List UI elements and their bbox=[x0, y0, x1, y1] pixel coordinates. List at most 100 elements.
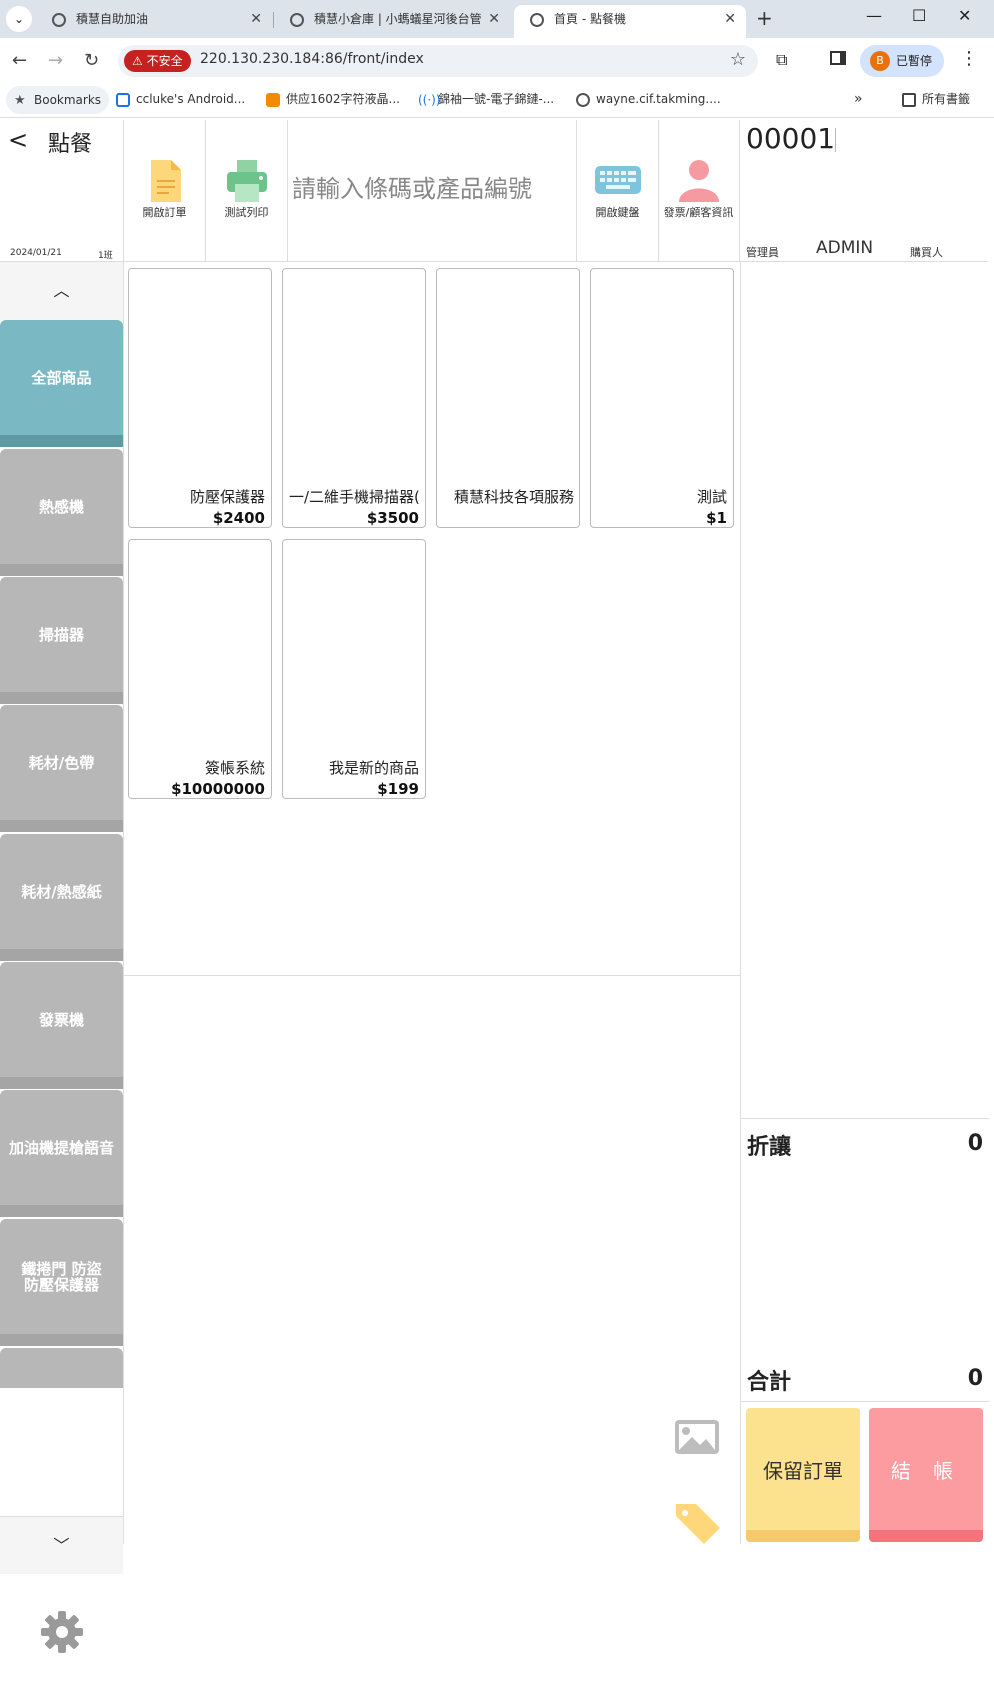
close-icon[interactable]: ✕ bbox=[250, 5, 262, 33]
signal-icon: ((·)) bbox=[418, 92, 441, 107]
category-sidebar: ︿ 全部商品 熱感機 掃描器 耗材/色帶 耗材/熱感紙 發票機 加油機提槍語音 … bbox=[0, 262, 124, 1653]
back-chevron-icon[interactable]: < bbox=[8, 126, 28, 154]
more-bookmarks-icon[interactable]: » bbox=[854, 84, 863, 114]
window-close-icon[interactable]: ✕ bbox=[958, 6, 971, 25]
order-number: 00001 bbox=[746, 122, 836, 155]
product-card[interactable]: 測試 $1 bbox=[590, 268, 734, 528]
pos-app: < 點餐 2024/01/21 1班 開啟訂單 測試列印 請輸入條碼或產品編號 … bbox=[0, 120, 994, 1653]
product-grid: 防壓保護器 $2400 一/二維手機掃描器( $3500 積慧科技各項服務 測試… bbox=[124, 262, 740, 976]
open-order-button[interactable]: 開啟訂單 bbox=[124, 120, 206, 262]
bookmark-label: 供应1602字符液晶... bbox=[286, 92, 400, 106]
header-left: < 點餐 2024/01/21 1班 bbox=[0, 120, 124, 262]
buyer-label[interactable]: 購買人 bbox=[910, 244, 943, 260]
minimize-icon[interactable]: — bbox=[866, 6, 882, 25]
hold-order-button[interactable]: 保留訂單 bbox=[746, 1408, 860, 1542]
browser-tab-2[interactable]: 積慧小倉庫 | 小螞蟻星河後台管 ✕ bbox=[274, 5, 510, 38]
reload-icon[interactable]: ↻ bbox=[84, 50, 99, 71]
new-tab-button[interactable]: + bbox=[756, 6, 773, 30]
tag-icon[interactable] bbox=[674, 1502, 722, 1544]
back-arrow-icon[interactable]: ← bbox=[12, 50, 27, 71]
admin-label: 管理員 bbox=[746, 246, 779, 259]
total-row: 合計 0 bbox=[741, 1356, 989, 1402]
profile-button[interactable]: B 已暫停 bbox=[860, 45, 944, 77]
omnibox[interactable]: ⚠ 不安全 220.130.230.184:86/front/index ☆ bbox=[118, 45, 758, 77]
invoice-customer-button[interactable]: 發票/顧客資訊 bbox=[658, 120, 740, 262]
barcode-input[interactable] bbox=[288, 168, 576, 210]
order-header: 00001 管理員 ADMIN 購買人 bbox=[740, 120, 988, 262]
browser-tab-strip: ⌄ 積慧自助加油 ✕ 積慧小倉庫 | 小螞蟻星河後台管 ✕ 首頁 - 點餐機 ✕… bbox=[0, 0, 994, 38]
tab-search-button[interactable]: ⌄ bbox=[6, 6, 32, 32]
page-icon bbox=[116, 92, 130, 107]
open-order-label: 開啟訂單 bbox=[142, 206, 187, 219]
forward-arrow-icon[interactable]: → bbox=[48, 50, 63, 71]
category-ribbon[interactable]: 耗材/色帶 bbox=[0, 705, 123, 832]
side-panel-icon[interactable] bbox=[830, 51, 846, 65]
bookmark-item-lcd[interactable]: 供应1602字符液晶... bbox=[266, 84, 400, 114]
bookmark-item-bookmarks[interactable]: ★ Bookmarks bbox=[6, 86, 110, 114]
document-icon bbox=[150, 160, 181, 202]
globe-icon bbox=[52, 13, 66, 27]
settings-button[interactable] bbox=[0, 1574, 123, 1686]
discount-row[interactable]: 折讓 0 bbox=[741, 1118, 989, 1168]
bookmarks-bar: ★ Bookmarks ccluke's Android... 供应1602字符液… bbox=[0, 84, 994, 118]
category-all[interactable]: 全部商品 bbox=[0, 320, 123, 447]
address-bar-row: ← → ↻ ⚠ 不安全 220.130.230.184:86/front/ind… bbox=[0, 38, 994, 84]
user-icon bbox=[678, 160, 719, 202]
bookmark-item-android[interactable]: ccluke's Android... bbox=[116, 84, 245, 114]
url-text[interactable]: 220.130.230.184:86/front/index bbox=[200, 51, 424, 67]
profile-label: 已暫停 bbox=[896, 54, 933, 68]
product-card[interactable]: 我是新的商品 $199 bbox=[282, 539, 426, 799]
order-detail-area bbox=[124, 976, 740, 1544]
bookmark-star-icon[interactable]: ☆ bbox=[730, 49, 746, 70]
product-price: $199 bbox=[377, 780, 419, 798]
product-price: $10000000 bbox=[171, 780, 265, 798]
category-thermal-printer[interactable]: 熱感機 bbox=[0, 449, 123, 576]
image-icon[interactable] bbox=[674, 1419, 720, 1455]
keyboard-icon bbox=[594, 166, 641, 194]
product-card[interactable]: 積慧科技各項服務 bbox=[436, 268, 580, 528]
browser-tab-3[interactable]: 首頁 - 點餐機 ✕ bbox=[514, 5, 746, 38]
gear-icon bbox=[41, 1611, 83, 1653]
category-scanner[interactable]: 掃描器 bbox=[0, 577, 123, 704]
category-partial[interactable] bbox=[0, 1348, 123, 1388]
close-icon[interactable]: ✕ bbox=[488, 5, 500, 33]
total-value: 0 bbox=[967, 1366, 983, 1391]
product-name: 一/二維手機掃描器( bbox=[289, 488, 420, 506]
category-fuel-voice[interactable]: 加油機提槍語音 bbox=[0, 1090, 123, 1217]
folder-icon bbox=[902, 92, 916, 107]
bookmark-label: 錦袖一號-電子錦鏈-... bbox=[438, 92, 555, 106]
maximize-icon[interactable]: ☐ bbox=[912, 6, 926, 25]
chevron-up-icon[interactable]: ︿ bbox=[0, 262, 123, 320]
star-icon: ★ bbox=[14, 92, 26, 108]
close-icon[interactable]: ✕ bbox=[724, 5, 736, 33]
category-invoice-printer[interactable]: 發票機 bbox=[0, 962, 123, 1089]
tab-title: 積慧小倉庫 | 小螞蟻星河後台管 bbox=[314, 12, 482, 26]
checkout-button[interactable]: 結 帳 bbox=[869, 1408, 983, 1542]
site-icon bbox=[266, 92, 280, 107]
discount-value: 0 bbox=[967, 1131, 983, 1156]
bookmark-item-wayne[interactable]: wayne.cif.takming.... bbox=[576, 84, 721, 114]
invoice-customer-label: 發票/顧客資訊 bbox=[663, 206, 734, 219]
browser-menu-icon[interactable]: ⋮ bbox=[960, 48, 978, 69]
product-name: 測試 bbox=[696, 488, 727, 506]
not-secure-badge[interactable]: ⚠ 不安全 bbox=[124, 50, 191, 72]
not-secure-label: 不安全 bbox=[146, 54, 183, 68]
product-card[interactable]: 簽帳系統 $10000000 bbox=[128, 539, 272, 799]
product-card[interactable]: 防壓保護器 $2400 bbox=[128, 268, 272, 528]
all-bookmarks-button[interactable]: 所有書籤 bbox=[902, 84, 970, 114]
bookmark-item-chain[interactable]: ((·))錦袖一號-電子錦鏈-... bbox=[418, 84, 554, 114]
page-title: 點餐 bbox=[48, 132, 93, 157]
test-print-button[interactable]: 測試列印 bbox=[206, 120, 288, 262]
open-keyboard-button[interactable]: 開啟鍵盤 bbox=[577, 120, 659, 262]
globe-icon bbox=[530, 13, 544, 27]
bookmark-label: Bookmarks bbox=[34, 93, 102, 107]
extensions-icon[interactable]: ⧉ bbox=[776, 50, 787, 70]
product-name: 簽帳系統 bbox=[204, 759, 265, 777]
category-thermal-paper[interactable]: 耗材/熱感紙 bbox=[0, 834, 123, 961]
chevron-down-icon[interactable]: ﹀ bbox=[0, 1516, 123, 1574]
browser-tab-1[interactable]: 積慧自助加油 ✕ bbox=[36, 5, 272, 38]
product-card[interactable]: 一/二維手機掃描器( $3500 bbox=[282, 268, 426, 528]
product-price: $2400 bbox=[212, 509, 265, 527]
tab-title: 積慧自助加油 bbox=[76, 12, 149, 26]
category-door-protector[interactable]: 鐵捲門 防盜 防壓保護器 bbox=[0, 1219, 123, 1346]
